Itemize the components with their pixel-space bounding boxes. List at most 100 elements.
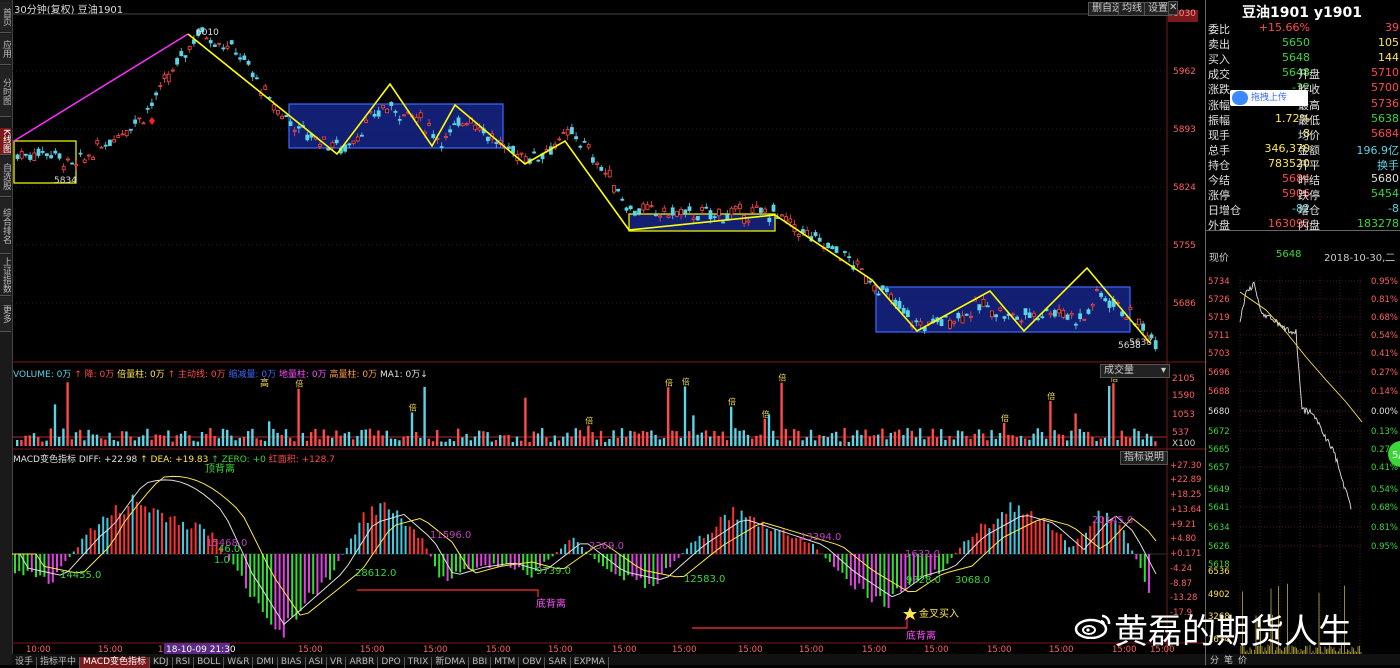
volume-bar	[1078, 429, 1081, 446]
macd-annotation: 底背离	[536, 597, 566, 610]
candle	[1032, 312, 1036, 317]
candle	[57, 153, 62, 159]
volume-bar	[696, 434, 699, 446]
candle	[208, 40, 213, 44]
candle	[872, 285, 877, 292]
kline-chart-svg[interactable]: 6030596258935824575556865638601058345638…	[12, 0, 1207, 665]
candle	[1141, 323, 1145, 331]
indicator-tab[interactable]: ASI	[306, 657, 328, 668]
volume-bar	[599, 430, 603, 446]
macd-annotation: 1.0	[214, 555, 230, 566]
tab-watchlist[interactable]: 自选股	[0, 156, 11, 197]
tab-apps[interactable]: 应用	[0, 34, 11, 65]
tab-ranking[interactable]: 综合排名	[0, 198, 11, 254]
quote-row: 振幅 1.72% 最低 5638	[1206, 112, 1400, 127]
volume-bar	[234, 440, 237, 446]
volume-bar	[284, 429, 288, 446]
indicator-tab[interactable]: DPO	[378, 657, 405, 668]
candle	[246, 60, 251, 65]
tab-index[interactable]: 上证指数	[0, 255, 11, 296]
quote-row: 日增仓 -82 增仓 -8	[1206, 202, 1400, 217]
candle	[322, 136, 327, 140]
candle	[456, 117, 461, 126]
volume-bar	[587, 425, 590, 446]
volume-bar	[818, 434, 821, 446]
volume-bar	[322, 429, 325, 446]
quote-value: 5648	[1282, 51, 1310, 65]
volume-bar	[263, 441, 267, 446]
candle	[427, 123, 432, 126]
volume-bar	[835, 431, 838, 446]
candle	[1082, 318, 1087, 321]
indicator-tab[interactable]: MACD变色指标	[80, 657, 151, 668]
candle	[759, 207, 763, 213]
volume-bar	[797, 430, 800, 446]
tab-more[interactable]: 更多	[0, 297, 11, 332]
price-axis-label: 5686	[1173, 299, 1196, 309]
volume-bar	[79, 429, 82, 446]
chart-title: 30分钟(复权) 豆油1901	[14, 5, 124, 16]
volume-bar	[814, 440, 817, 446]
indicator-tab[interactable]: SAR	[545, 657, 571, 668]
quote-label: 涨跌	[1208, 83, 1230, 97]
candle	[32, 152, 37, 161]
divider	[1206, 230, 1400, 231]
indicator-tab[interactable]: BOLL	[194, 657, 225, 668]
volume-bar	[452, 441, 456, 446]
tab-home[interactable]: 首页	[0, 2, 11, 33]
candle	[179, 51, 184, 57]
volume-bar	[961, 431, 964, 446]
indicator-tab[interactable]: BIAS	[278, 657, 306, 668]
moving-average-button[interactable]: 均线	[1118, 2, 1146, 16]
candle	[116, 135, 121, 138]
candle	[129, 128, 133, 131]
indicator-tab[interactable]: EXPMA	[571, 657, 609, 668]
indicator-tab[interactable]: VR	[327, 657, 347, 668]
indicator-tab[interactable]: ARBR	[346, 657, 379, 668]
candle	[1065, 314, 1070, 320]
tab-kline[interactable]: K线图	[0, 128, 11, 155]
volume-bar	[129, 436, 132, 446]
quote-row: 成交 5648 开盘 5710	[1206, 66, 1400, 81]
indicator-tab[interactable]: KDJ	[150, 657, 173, 668]
close-icon[interactable]: ✕	[1168, 1, 1178, 15]
volume-bar	[822, 435, 825, 446]
indicator-tab[interactable]: MTM	[491, 657, 520, 668]
macd-axis-label: -4.24	[1170, 564, 1192, 574]
low-price-label: 5638	[1118, 341, 1141, 351]
indicator-tab[interactable]: BBI	[469, 657, 492, 668]
candle	[162, 74, 167, 79]
indicator-tab[interactable]: 新DMA	[432, 657, 470, 668]
indicator-tab[interactable]: 指标平中	[37, 657, 81, 668]
volume-bar	[650, 430, 653, 446]
macd-annotation: 金叉买入	[919, 607, 959, 620]
indicator-tab[interactable]: 设手	[12, 657, 38, 668]
macd-annotation: 1632.0	[905, 549, 940, 560]
volume-axis-label: 1053	[1172, 410, 1195, 420]
indicator-select[interactable]: 成交量 ▾	[1100, 364, 1170, 378]
candle	[431, 134, 436, 139]
indicator-tab[interactable]: OBV	[519, 657, 546, 668]
upload-popup[interactable]: 拖拽上传	[1230, 90, 1308, 106]
volume-bar	[305, 440, 309, 446]
indicator-tab[interactable]: RSI	[173, 657, 195, 668]
candle	[108, 139, 112, 147]
quote-label: 日增仓	[1208, 204, 1241, 218]
indicator-tab[interactable]: W&R	[224, 657, 254, 668]
candle	[939, 319, 944, 326]
mini-left-axis: 6536	[1208, 567, 1230, 577]
quote-row: 涨停 5906 跌停 5454	[1206, 187, 1400, 202]
candle	[347, 143, 352, 146]
volume-bar	[58, 436, 61, 446]
volume-bar	[738, 430, 741, 446]
quote-label: 成交	[1208, 68, 1230, 82]
indicator-tab[interactable]: TRIX	[405, 657, 433, 668]
indicator-tab[interactable]: DMI	[253, 657, 278, 668]
indicator-help-button[interactable]: 指标说明	[1120, 451, 1168, 465]
volume-bar	[142, 435, 145, 446]
candle	[74, 164, 79, 167]
volume-bar	[549, 441, 552, 446]
tab-timeline[interactable]: 分时图	[0, 66, 11, 117]
legend-down: ↑ 降: 0万	[74, 370, 115, 380]
candle	[771, 204, 776, 212]
